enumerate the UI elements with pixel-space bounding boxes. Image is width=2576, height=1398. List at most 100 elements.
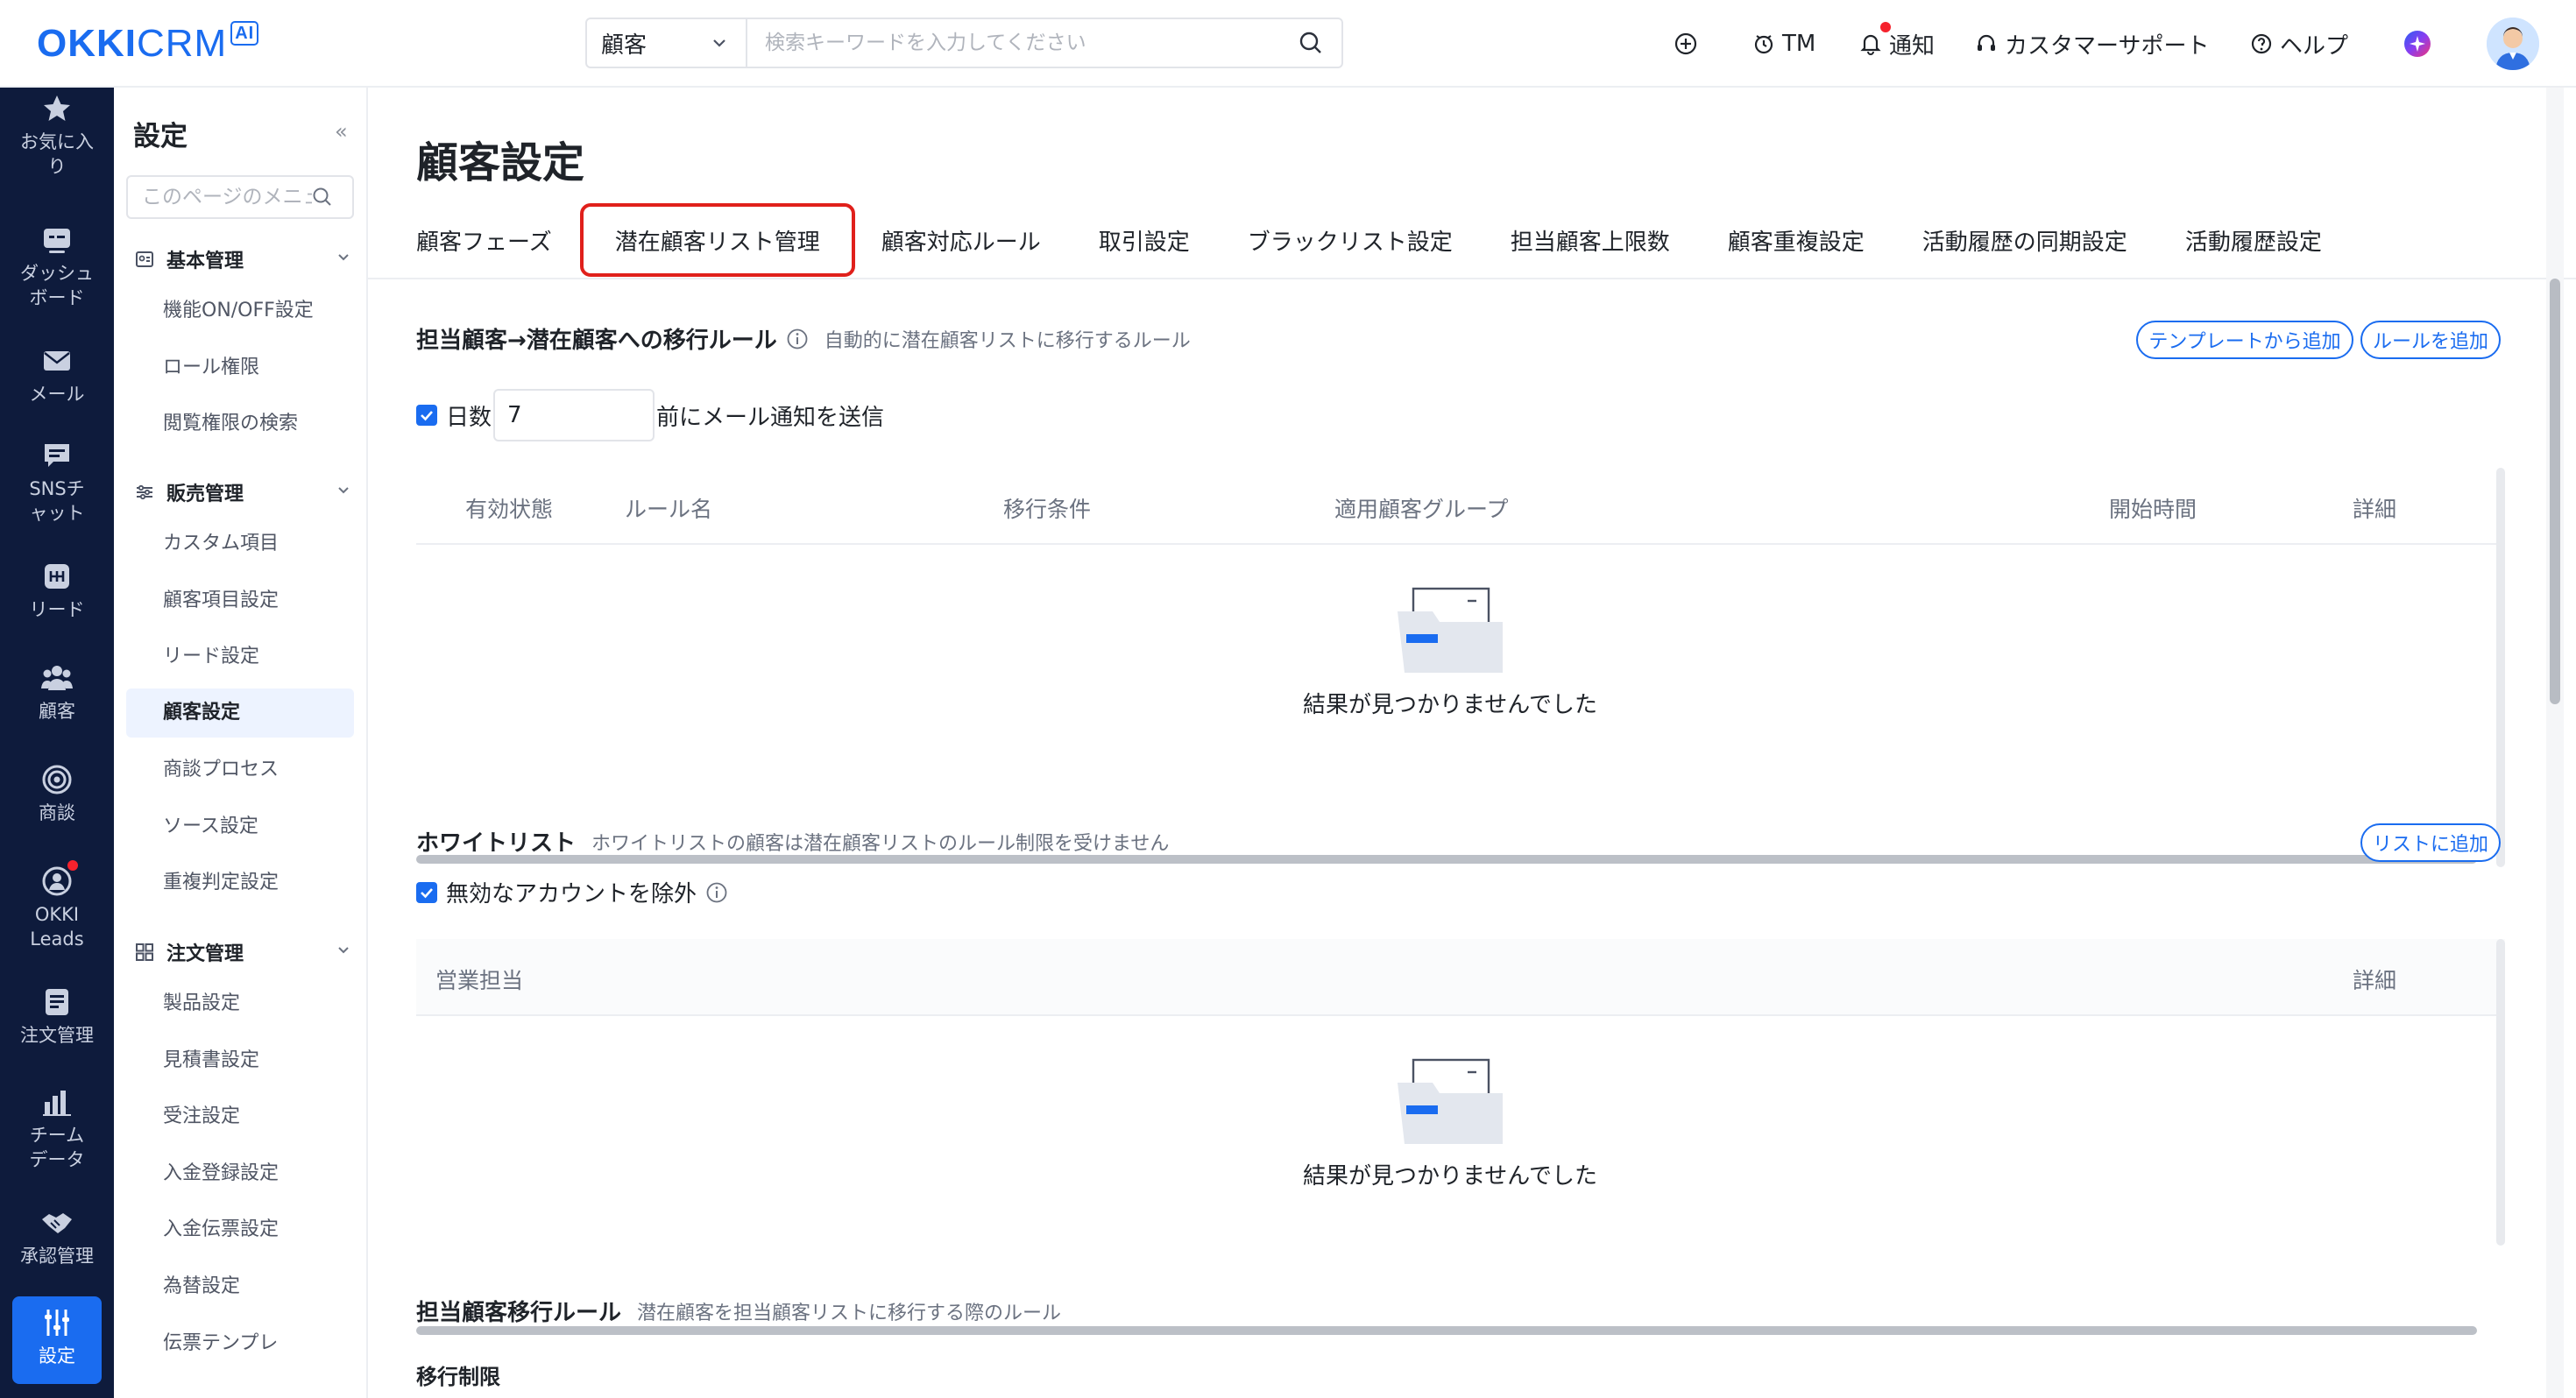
chevron-down-icon	[338, 947, 349, 954]
empty-folder-icon	[1398, 587, 1503, 673]
headset-icon	[1978, 34, 1995, 51]
sidebar-item-product-settings[interactable]: 製品設定	[126, 979, 354, 1028]
okki-leads-icon	[42, 866, 72, 896]
add-to-list-button[interactable]: リストに追加	[2360, 823, 2501, 862]
sidebar-title: 設定	[133, 121, 188, 152]
tab-customer-phase[interactable]: 顧客フェーズ	[416, 201, 552, 279]
empty-state: 結果が見つかりませんでした	[1303, 1058, 1597, 1190]
sidebar-item-source-settings[interactable]: ソース設定	[126, 802, 354, 851]
add-button[interactable]	[1674, 21, 1698, 67]
sidebar-item-lead-settings[interactable]: リード設定	[126, 632, 354, 681]
sidebar-item-exchange-rate[interactable]: 為替設定	[126, 1262, 354, 1311]
section-transfer-rule-title: 担当顧客→潜在顧客への移行ルール 自動的に潜在顧客リストに移行するルール	[416, 328, 1191, 354]
avatar-icon	[2487, 18, 2539, 70]
sidebar-item-deal-process[interactable]: 商談プロセス	[126, 745, 354, 794]
handshake-icon	[42, 1213, 72, 1233]
sidebar-item-duplicate-settings[interactable]: 重複判定設定	[126, 858, 354, 907]
tab-activity-settings[interactable]: 活動履歴設定	[2185, 201, 2322, 279]
settings-tabs: 顧客フェーズ 潜在顧客リスト管理 顧客対応ルール 取引設定 ブラックリスト設定 …	[416, 201, 2380, 279]
help-button[interactable]: ヘルプ	[2250, 21, 2348, 67]
nav-mail[interactable]: メール	[0, 343, 114, 406]
search-type-select[interactable]: 顧客	[587, 19, 747, 67]
add-from-template-button[interactable]: テンプレートから追加	[2136, 321, 2353, 359]
user-avatar[interactable]	[2487, 18, 2539, 70]
ai-assistant-button[interactable]	[2403, 21, 2432, 67]
sidebar-group-basic[interactable]: 基本管理	[133, 242, 352, 277]
col-detail: 詳細	[2353, 497, 2397, 522]
page-title: 顧客設定	[416, 138, 585, 187]
tab-customer-limit[interactable]: 担当顧客上限数	[1511, 201, 1670, 279]
sidebar-item-view-permission-search[interactable]: 閲覧権限の検索	[126, 399, 354, 448]
sales-admin-icon	[137, 484, 152, 500]
sidebar-group-sales[interactable]: 販売管理	[133, 475, 352, 510]
search-input[interactable]	[747, 19, 1280, 67]
chevron-down-icon	[713, 39, 725, 47]
notify-days-input[interactable]	[493, 389, 655, 441]
sidebar-item-feature-toggle[interactable]: 機能ON/OFF設定	[126, 286, 354, 335]
col-status: 有効状態	[465, 497, 554, 522]
tab-blacklist-settings[interactable]: ブラックリスト設定	[1248, 201, 1453, 279]
sidebar-item-payment-registration[interactable]: 入金登録設定	[126, 1149, 354, 1198]
nav-customers[interactable]: 顧客	[0, 660, 114, 724]
tab-customer-duplicate[interactable]: 顧客重複設定	[1728, 201, 1865, 279]
nav-orders[interactable]: 注文管理	[0, 985, 114, 1048]
section-assign-rule-title: 担当顧客移行ルール 潜在顧客を担当顧客リストに移行する際のルール	[416, 1300, 1062, 1326]
nav-favorites[interactable]: お気に入り	[0, 91, 114, 179]
nav-team-data[interactable]: チームデータ	[0, 1084, 114, 1172]
tab-transaction-settings[interactable]: 取引設定	[1099, 201, 1190, 279]
sidebar-item-quote-settings[interactable]: 見積書設定	[126, 1036, 354, 1085]
sidebar-item-role-permission[interactable]: ロール権限	[126, 343, 354, 392]
page-scrollbar[interactable]	[2550, 279, 2560, 704]
tab-activity-sync[interactable]: 活動履歴の同期設定	[1922, 201, 2127, 279]
order-admin-icon	[136, 943, 153, 961]
sidebar-search-input[interactable]	[128, 186, 312, 208]
nav-settings[interactable]: 設定	[12, 1296, 102, 1384]
info-icon[interactable]	[786, 328, 809, 350]
app-window: OKKICRMAI 顧客 TM 通知 カスタマーサポート	[0, 0, 2576, 1398]
sidebar-item-customer-settings[interactable]: 顧客設定	[126, 688, 354, 738]
support-button[interactable]: カスタマーサポート	[1975, 21, 2209, 67]
okki-leads-badge	[67, 860, 78, 871]
okki-crm-logo[interactable]: OKKI CRM AI	[37, 18, 259, 70]
clock-icon	[1754, 35, 1773, 54]
nav-okki-leads[interactable]: OKKI Leads	[0, 860, 114, 951]
search-icon[interactable]	[312, 187, 333, 208]
email-notify-checkbox[interactable]	[416, 405, 437, 426]
sidebar-item-custom-fields[interactable]: カスタム項目	[126, 519, 354, 568]
sidebar-item-payment-slip[interactable]: 入金伝票設定	[126, 1205, 354, 1254]
tab-customer-response-rules[interactable]: 顧客対応ルール	[881, 201, 1041, 279]
nav-approval[interactable]: 承認管理	[0, 1205, 114, 1268]
bell-icon	[1860, 34, 1881, 55]
nav-sns-chat[interactable]: SNSチャット	[0, 438, 114, 526]
top-bar: OKKICRMAI 顧客 TM 通知 カスタマーサポート	[0, 0, 2576, 88]
collapse-sidebar-button[interactable]: «	[335, 119, 348, 144]
chevron-down-icon	[338, 254, 349, 261]
sidebar-item-customer-fields[interactable]: 顧客項目設定	[126, 576, 354, 625]
sidebar-group-orders[interactable]: 注文管理	[133, 935, 352, 970]
notification-badge	[1880, 22, 1891, 32]
email-notify-row: 日数 前にメール通知を送信	[416, 389, 884, 441]
search-button[interactable]	[1280, 19, 1341, 67]
table-vertical-scrollbar[interactable]	[2496, 468, 2505, 867]
notify-button[interactable]: 通知	[1859, 21, 1935, 67]
table-vertical-scrollbar[interactable]	[2496, 939, 2505, 1246]
nav-dashboard[interactable]: ダッシュボード	[0, 222, 114, 310]
search-icon	[1299, 32, 1321, 53]
plus-circle-icon	[1674, 32, 1697, 55]
main-content: 顧客設定 顧客フェーズ 潜在顧客リスト管理 顧客対応ルール 取引設定 ブラックリ…	[368, 88, 2576, 1398]
tab-potential-customer-list[interactable]: 潜在顧客リスト管理	[579, 203, 855, 277]
section-whitelist-title: ホワイトリスト ホワイトリストの顧客は潜在顧客リストのルール制限を受けません	[416, 830, 1170, 857]
sidebar-item-slip-template[interactable]: 伝票テンプレ	[126, 1319, 354, 1368]
table-header: 営業担当 詳細	[416, 939, 2505, 1016]
add-rule-button[interactable]: ルールを追加	[2360, 321, 2501, 359]
chat-icon	[45, 444, 69, 467]
info-icon[interactable]	[705, 881, 728, 904]
nav-leads[interactable]: リード	[0, 559, 114, 622]
tm-button[interactable]: TM	[1752, 21, 1815, 67]
nav-deals[interactable]: 商談	[0, 762, 114, 825]
exclude-invalid-checkbox[interactable]	[416, 881, 437, 903]
table-horizontal-scrollbar[interactable]	[416, 1326, 2477, 1335]
chart-icon	[43, 1091, 71, 1116]
check-icon	[421, 411, 433, 421]
sidebar-item-sales-order-settings[interactable]: 受注設定	[126, 1092, 354, 1141]
